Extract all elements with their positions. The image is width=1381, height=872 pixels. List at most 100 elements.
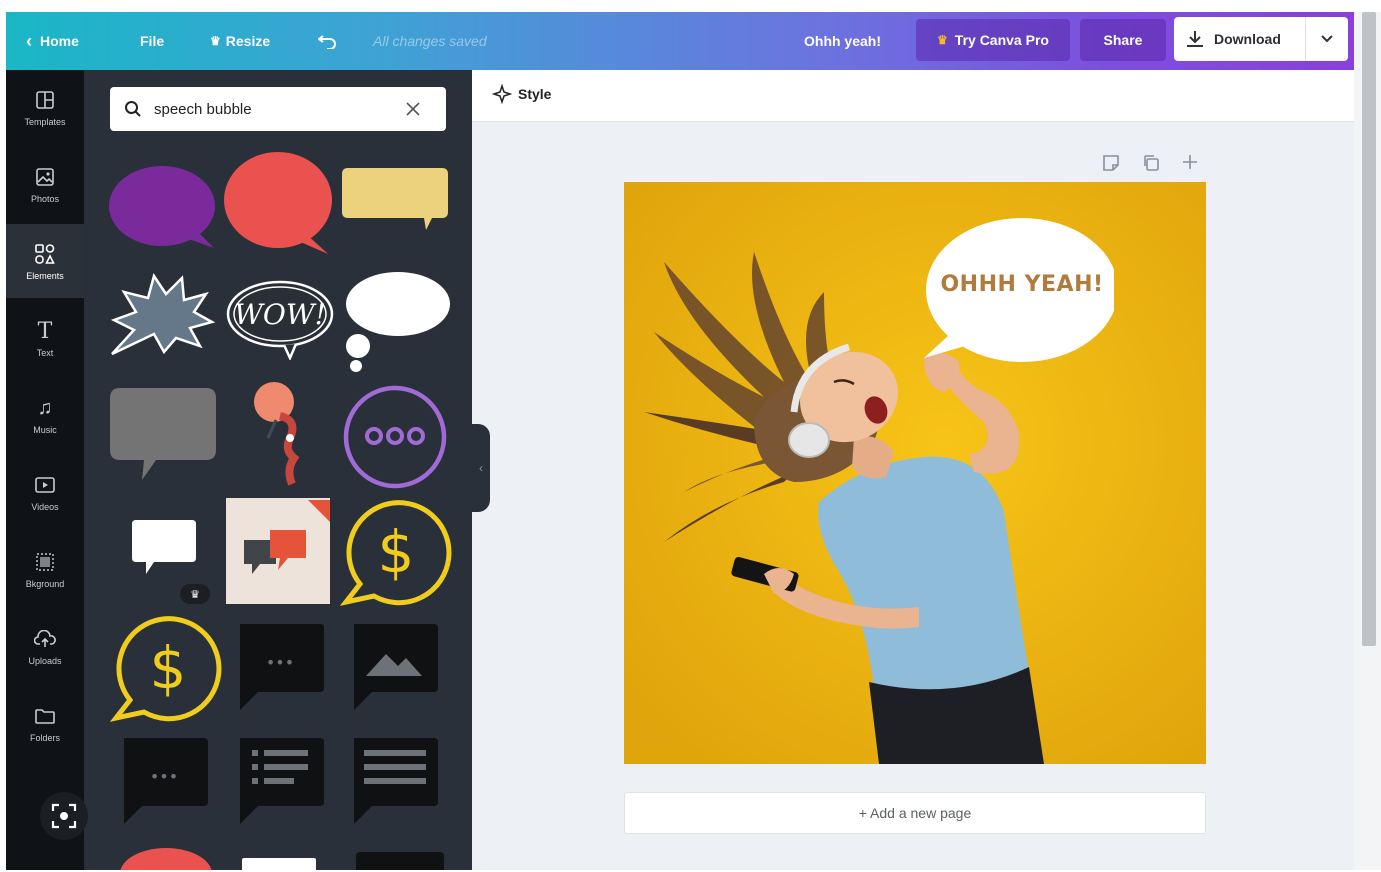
magic-style-icon	[492, 84, 512, 104]
folders-icon	[35, 703, 55, 729]
videos-icon	[35, 472, 55, 498]
music-icon: ♫	[37, 396, 53, 419]
sidebar-item-label: Photos	[30, 194, 60, 204]
screenshot-capture-button[interactable]	[40, 792, 88, 840]
white-thought-bubble[interactable]	[340, 270, 450, 381]
add-page-plus-button[interactable]	[1182, 154, 1198, 175]
uploads-icon	[34, 626, 56, 652]
bubble-text[interactable]: OHHH YEAH!	[932, 272, 1112, 297]
red-speech-bubble[interactable]	[224, 150, 336, 261]
resize-button[interactable]: ♛ Resize	[210, 12, 270, 70]
sidebar-item-label: Bkground	[25, 579, 65, 589]
red-bubble-partial[interactable]	[118, 844, 214, 870]
elements-panel: WOW! ♛ $ $ •••	[84, 70, 472, 870]
download-button-group: Download	[1174, 17, 1348, 61]
black-dots-bubble-1[interactable]: •••	[234, 622, 326, 717]
dots-text: •••	[266, 653, 294, 672]
sidebar-item-templates[interactable]: Templates	[6, 70, 84, 144]
dots-text: •••	[150, 767, 178, 786]
sidebar-item-label: Uploads	[28, 656, 62, 666]
download-options-button[interactable]	[1306, 17, 1348, 61]
background-icon	[35, 549, 55, 575]
save-status: All changes saved	[373, 33, 487, 49]
add-new-page-button[interactable]: + Add a new page	[624, 792, 1206, 834]
clear-search-icon[interactable]	[406, 102, 420, 116]
home-label: Home	[40, 33, 79, 49]
collapse-panel-button[interactable]: ‹	[472, 424, 490, 512]
file-menu-button[interactable]: File	[140, 12, 164, 70]
sidebar-item-label: Music	[33, 425, 57, 435]
sidebar-item-label: Templates	[24, 117, 66, 127]
templates-icon	[35, 87, 55, 113]
sidebar-item-videos[interactable]: Videos	[6, 455, 84, 529]
dollar-speech-bubble-outline[interactable]: $	[109, 614, 222, 727]
white-speech-bubble[interactable]	[128, 518, 200, 587]
undo-icon	[318, 35, 336, 49]
wow-speech-bubble[interactable]: WOW!	[224, 276, 336, 365]
note-icon	[1103, 155, 1119, 171]
home-button[interactable]: ‹ Home	[26, 12, 79, 70]
sidebar-item-label: Folders	[29, 733, 60, 743]
chevron-left-icon: ‹	[26, 30, 32, 51]
download-button[interactable]: Download	[1174, 17, 1306, 61]
style-button[interactable]: Style	[492, 84, 551, 104]
search-box	[110, 87, 446, 131]
design-canvas[interactable]: OHHH YEAH!	[624, 182, 1206, 764]
sidebar-item-photos[interactable]: Photos	[6, 147, 84, 221]
file-label: File	[140, 33, 165, 49]
starburst-speech-bubble[interactable]	[106, 268, 216, 363]
resize-label: Resize	[225, 33, 271, 49]
canva-editor: ‹ Home File ♛ Resize All changes saved O…	[6, 12, 1356, 870]
photos-icon	[35, 164, 55, 190]
sidebar-item-folders[interactable]: Folders	[6, 686, 84, 760]
share-button[interactable]: Share	[1080, 19, 1166, 61]
duplicate-page-button[interactable]	[1142, 154, 1160, 177]
style-label: Style	[518, 86, 552, 102]
sidebar-item-uploads[interactable]: Uploads	[6, 609, 84, 683]
sidebar-item-elements[interactable]: Elements	[6, 224, 84, 298]
black-list-bubble[interactable]	[234, 736, 326, 831]
illustrated-person-bubble[interactable]	[246, 380, 316, 495]
scrollbar-thumb[interactable]	[1362, 12, 1376, 646]
toolbar: Style	[472, 70, 1356, 122]
purple-dots-bubble[interactable]	[340, 382, 450, 497]
dollar-text: $	[378, 518, 415, 586]
white-bubble-partial[interactable]	[242, 858, 316, 870]
top-bar: ‹ Home File ♛ Resize All changes saved O…	[6, 12, 1356, 70]
wow-text: WOW!	[234, 298, 326, 331]
chevron-down-icon	[1321, 35, 1333, 43]
sidebar-item-text[interactable]: T Text	[6, 301, 84, 375]
text-icon: T	[37, 318, 53, 344]
design-title[interactable]: Ohhh yeah!	[804, 12, 881, 70]
sidebar-item-label: Elements	[26, 271, 64, 281]
yellow-speech-bubble[interactable]	[338, 166, 450, 251]
black-image-bubble[interactable]	[348, 622, 440, 717]
search-icon	[125, 101, 141, 117]
chat-icons-element[interactable]	[226, 498, 330, 604]
add-note-button[interactable]	[1102, 154, 1120, 177]
dollar-text: $	[150, 634, 187, 702]
search-input[interactable]	[154, 100, 394, 118]
sidebar-item-background[interactable]: Bkground	[6, 532, 84, 606]
download-label: Download	[1214, 31, 1281, 47]
elements-icon	[34, 241, 56, 267]
sidebar-item-music[interactable]: ♫ Music	[6, 378, 84, 452]
black-bubble-partial[interactable]	[356, 852, 444, 870]
black-lines-bubble[interactable]	[348, 736, 440, 831]
canvas-speech-bubble[interactable]: OHHH YEAH!	[914, 216, 1114, 366]
gray-speech-bubble[interactable]	[108, 386, 220, 491]
crown-icon: ♛	[210, 34, 221, 48]
purple-speech-bubble[interactable]	[108, 158, 218, 263]
side-nav: Templates Photos Elements T Text ♫ Music…	[6, 70, 84, 870]
try-canva-pro-button[interactable]: ♛ Try Canva Pro	[916, 19, 1070, 61]
sidebar-item-label: Videos	[31, 502, 59, 512]
plus-icon	[1183, 155, 1197, 169]
duplicate-icon	[1144, 155, 1159, 171]
sidebar-item-label: Text	[36, 348, 54, 358]
black-dots-bubble-2[interactable]: •••	[118, 736, 210, 831]
undo-button[interactable]	[318, 12, 338, 70]
capture-icon	[51, 803, 77, 829]
download-icon	[1187, 31, 1203, 47]
try-pro-label: Try Canva Pro	[954, 32, 1049, 48]
dollar-speech-bubble-yellow[interactable]: $	[339, 496, 452, 613]
